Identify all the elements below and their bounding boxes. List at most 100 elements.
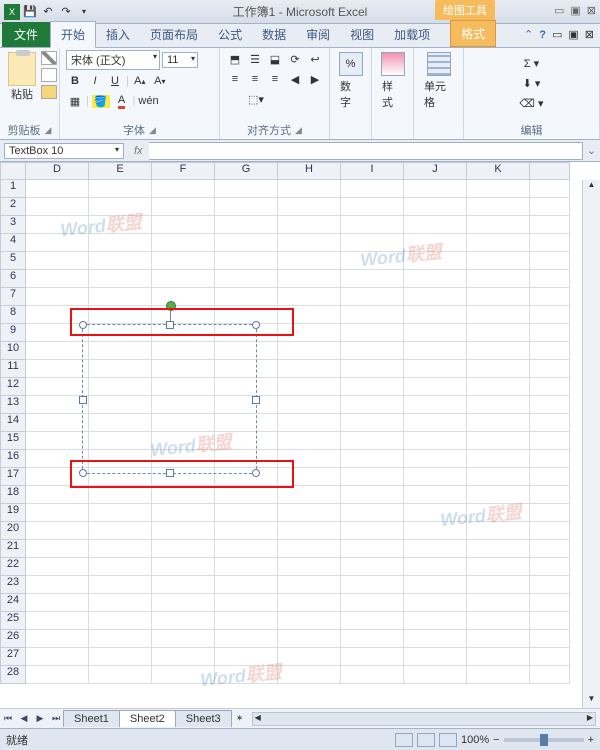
window-restore-icon[interactable]: ▣	[568, 28, 578, 41]
font-name-select[interactable]: 宋体 (正文)	[66, 50, 160, 70]
zoom-slider[interactable]	[504, 738, 584, 742]
sheet-tab-2[interactable]: Sheet2	[119, 710, 176, 727]
qat-dropdown-icon[interactable]: ▾	[76, 4, 92, 20]
row-header[interactable]: 24	[0, 594, 26, 612]
name-box[interactable]: TextBox 10▾	[4, 143, 124, 159]
row-header[interactable]: 2	[0, 198, 26, 216]
scroll-up-icon[interactable]: ▲	[583, 180, 600, 194]
clear-button[interactable]: ⌫ ▾	[474, 94, 589, 112]
minimize-icon[interactable]: ▭	[554, 4, 564, 17]
maximize-icon[interactable]: ▣	[570, 4, 580, 17]
row-header[interactable]: 22	[0, 558, 26, 576]
align-left-button[interactable]: ≡	[226, 70, 244, 88]
scroll-down-icon[interactable]: ▼	[583, 694, 600, 708]
borders-button[interactable]: ▦	[66, 92, 84, 110]
paste-button[interactable]: 粘贴	[8, 52, 36, 102]
row-header[interactable]: 9	[0, 324, 26, 342]
window-min-icon[interactable]: ▭	[552, 28, 562, 41]
row-header[interactable]: 8	[0, 306, 26, 324]
row-header[interactable]: 10	[0, 342, 26, 360]
tab-review[interactable]: 审阅	[296, 22, 340, 47]
col-header[interactable]: K	[467, 162, 530, 180]
col-header[interactable]	[530, 162, 570, 180]
sheet-nav-next-icon[interactable]: ▶	[32, 711, 48, 727]
tab-insert[interactable]: 插入	[96, 22, 140, 47]
new-sheet-icon[interactable]: ✶	[232, 711, 248, 727]
phonetic-button[interactable]: wén	[137, 92, 159, 110]
row-header[interactable]: 20	[0, 522, 26, 540]
row-header[interactable]: 21	[0, 540, 26, 558]
sheet-nav-first-icon[interactable]: ⏮	[0, 711, 16, 727]
zoom-out-icon[interactable]: −	[493, 734, 499, 746]
font-color-button[interactable]: A	[113, 92, 131, 110]
row-header[interactable]: 19	[0, 504, 26, 522]
worksheet-area[interactable]: D E F G H I J K 1 2 3 4 5 6 7 8 9 10 11	[0, 162, 600, 708]
decrease-indent-button[interactable]: ◀	[286, 70, 304, 88]
align-bottom-button[interactable]: ⬓	[266, 50, 284, 68]
tab-addins[interactable]: 加载项	[384, 22, 440, 47]
row-header[interactable]: 15	[0, 432, 26, 450]
fill-color-button[interactable]: 🪣	[91, 92, 111, 110]
tab-file[interactable]: 文件	[2, 22, 50, 47]
row-header[interactable]: 6	[0, 270, 26, 288]
close-icon[interactable]: ⊠	[587, 4, 596, 17]
row-header[interactable]: 5	[0, 252, 26, 270]
styles-button[interactable]: 样式	[378, 50, 407, 112]
undo-icon[interactable]: ↶	[40, 4, 56, 20]
minimize-ribbon-icon[interactable]: ⌃	[524, 28, 533, 41]
tab-home[interactable]: 开始	[50, 21, 96, 48]
tab-formulas[interactable]: 公式	[208, 22, 252, 47]
col-header[interactable]: E	[89, 162, 152, 180]
merge-button[interactable]: ⬚▾	[226, 90, 286, 108]
row-header[interactable]: 12	[0, 378, 26, 396]
grow-font-button[interactable]: A▴	[131, 72, 149, 90]
underline-button[interactable]: U	[106, 72, 124, 90]
col-header[interactable]: G	[215, 162, 278, 180]
row-header[interactable]: 17	[0, 468, 26, 486]
shrink-font-button[interactable]: A▾	[151, 72, 169, 90]
row-header[interactable]: 14	[0, 414, 26, 432]
increase-indent-button[interactable]: ▶	[306, 70, 324, 88]
row-header[interactable]: 13	[0, 396, 26, 414]
row-header[interactable]: 18	[0, 486, 26, 504]
resize-handle-w[interactable]	[79, 396, 87, 404]
font-launcher-icon[interactable]: ◢	[149, 125, 156, 136]
autosum-button[interactable]: Σ ▾	[474, 54, 589, 72]
col-header[interactable]: J	[404, 162, 467, 180]
col-header[interactable]: H	[278, 162, 341, 180]
fx-icon[interactable]: fx	[134, 145, 143, 157]
orientation-button[interactable]: ⟳	[286, 50, 304, 68]
row-header[interactable]: 26	[0, 630, 26, 648]
tab-format[interactable]: 格式	[450, 20, 496, 47]
row-header[interactable]: 25	[0, 612, 26, 630]
redo-icon[interactable]: ↷	[58, 4, 74, 20]
resize-handle-e[interactable]	[252, 396, 260, 404]
row-header[interactable]: 11	[0, 360, 26, 378]
formula-input[interactable]	[149, 142, 583, 160]
row-header[interactable]: 28	[0, 666, 26, 684]
horizontal-scrollbar[interactable]: ◀ ▶	[252, 712, 596, 726]
sheet-tab-1[interactable]: Sheet1	[63, 710, 120, 727]
italic-button[interactable]: I	[86, 72, 104, 90]
fill-button[interactable]: ⬇ ▾	[474, 74, 589, 92]
selected-textbox-shape[interactable]	[82, 324, 257, 474]
help-icon[interactable]: ?	[539, 29, 546, 41]
zoom-level[interactable]: 100%	[461, 734, 489, 746]
select-all-corner[interactable]	[0, 162, 26, 180]
tab-view[interactable]: 视图	[340, 22, 384, 47]
sheet-nav-prev-icon[interactable]: ◀	[16, 711, 32, 727]
row-header[interactable]: 4	[0, 234, 26, 252]
wrap-text-button[interactable]: ↩	[306, 50, 324, 68]
alignment-launcher-icon[interactable]: ◢	[295, 125, 302, 136]
row-header[interactable]: 16	[0, 450, 26, 468]
formula-expand-icon[interactable]: ⌄	[583, 144, 600, 157]
vertical-scrollbar[interactable]: ▲ ▼	[582, 180, 600, 708]
save-icon[interactable]: 💾	[22, 4, 38, 20]
number-format-button[interactable]: % 数字	[336, 50, 365, 112]
clipboard-launcher-icon[interactable]: ◢	[45, 125, 52, 136]
row-header[interactable]: 3	[0, 216, 26, 234]
sheet-nav-last-icon[interactable]: ⏭	[48, 711, 64, 727]
row-header[interactable]: 1	[0, 180, 26, 198]
col-header[interactable]: F	[152, 162, 215, 180]
font-size-select[interactable]: 11	[162, 52, 198, 68]
